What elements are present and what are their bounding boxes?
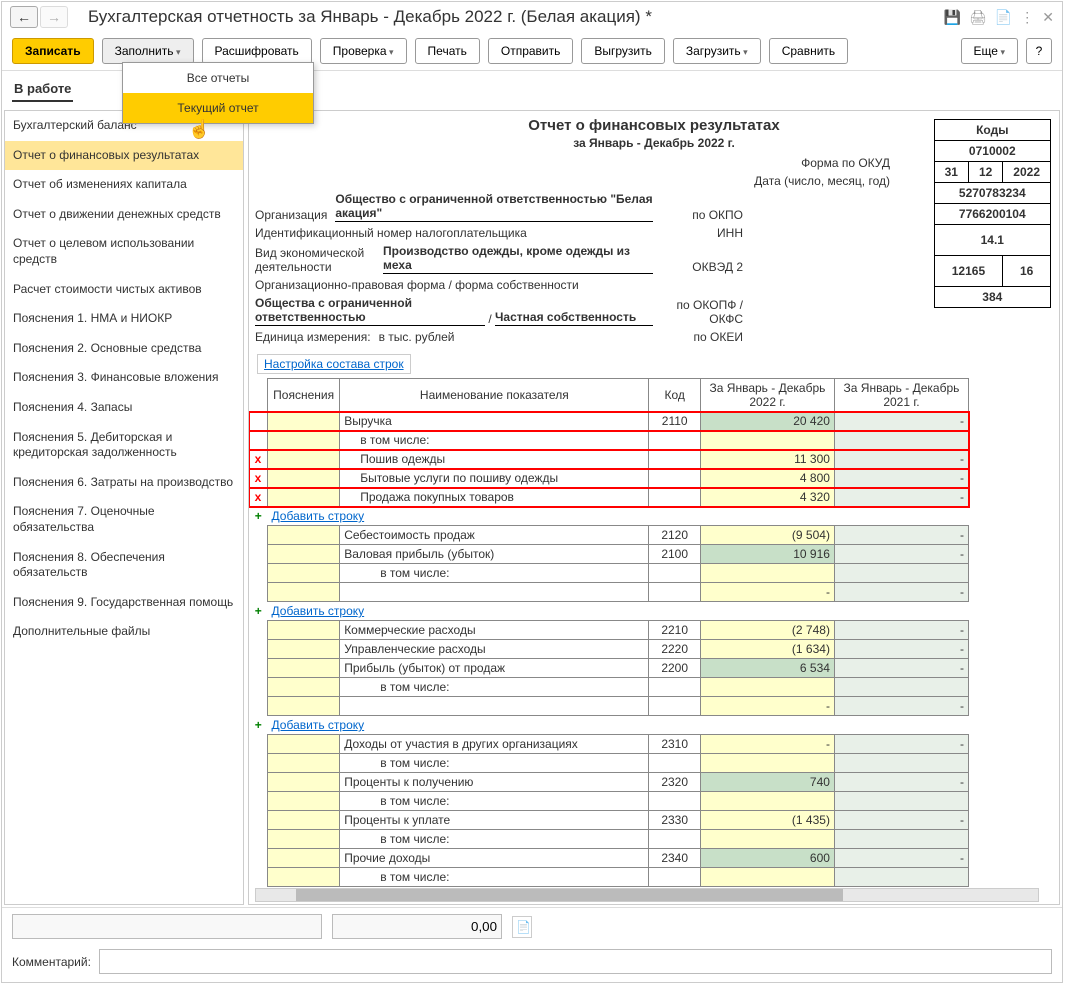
save-icon[interactable]: 💾	[944, 9, 961, 26]
add-row-icon[interactable]: +	[249, 716, 268, 735]
delete-row-icon[interactable]: x	[249, 450, 268, 469]
nav-back-button[interactable]: ←	[10, 6, 38, 28]
sidebar-item[interactable]: Отчет о движении денежных средств	[5, 200, 243, 230]
sidebar-item[interactable]: Пояснения 7. Оценочные обязательства	[5, 497, 243, 542]
tab-in-work[interactable]: В работе	[12, 77, 73, 102]
comment-input[interactable]	[99, 949, 1052, 974]
fill-menu-all[interactable]: Все отчеты	[123, 63, 313, 93]
footer-bar: 📄	[2, 907, 1062, 945]
sidebar-item[interactable]: Расчет стоимости чистых активов	[5, 275, 243, 305]
print-button[interactable]: Печать	[415, 38, 480, 64]
send-button[interactable]: Отправить	[488, 38, 574, 64]
horizontal-scrollbar[interactable]	[255, 888, 1039, 902]
sidebar-item[interactable]: Пояснения 1. НМА и НИОКР	[5, 304, 243, 334]
sidebar-item[interactable]: Пояснения 8. Обеспечения обязательств	[5, 543, 243, 588]
more-button[interactable]: Еще	[961, 38, 1018, 64]
sidebar-item[interactable]: Пояснения 5. Дебиторская и кредиторская …	[5, 423, 243, 468]
print-icon[interactable]: 🖨	[969, 9, 987, 26]
sidebar-item[interactable]: Пояснения 2. Основные средства	[5, 334, 243, 364]
delete-row-icon[interactable]: x	[249, 488, 268, 507]
preview-icon[interactable]: 📄	[995, 9, 1012, 26]
close-icon[interactable]: ✕	[1042, 9, 1054, 26]
sidebar-item[interactable]: Дополнительные файлы	[5, 617, 243, 647]
sidebar-item[interactable]: Отчет об изменениях капитала	[5, 170, 243, 200]
footer-field-2[interactable]	[332, 914, 502, 939]
nav-forward-button[interactable]: →	[40, 6, 68, 28]
sidebar-item[interactable]: Пояснения 3. Финансовые вложения	[5, 363, 243, 393]
comment-label: Комментарий:	[12, 955, 91, 969]
report-table: Пояснения Наименование показателя Код За…	[249, 378, 969, 887]
titlebar: ← → Бухгалтерская отчетность за Январь -…	[2, 2, 1062, 32]
fill-button[interactable]: Заполнить	[102, 38, 194, 64]
download-button[interactable]: Загрузить	[673, 38, 761, 64]
footer-doc-icon[interactable]: 📄	[512, 916, 532, 938]
add-row-link[interactable]: Добавить строку	[272, 509, 365, 523]
add-row-icon[interactable]: +	[249, 507, 268, 526]
fill-menu-current[interactable]: Текущий отчет	[123, 93, 313, 123]
main-toolbar: Записать Заполнить Расшифровать Проверка…	[2, 32, 1062, 71]
help-button[interactable]: ?	[1026, 38, 1052, 64]
codes-table: Коды 0710002 31122022 5270783234 7766200…	[934, 119, 1051, 308]
check-button[interactable]: Проверка	[320, 38, 407, 64]
add-row-link[interactable]: Добавить строку	[272, 604, 365, 618]
sidebar-item[interactable]: Отчет о финансовых результатах	[5, 141, 243, 171]
compare-button[interactable]: Сравнить	[769, 38, 848, 64]
decode-button[interactable]: Расшифровать	[202, 38, 312, 64]
sidebar-item[interactable]: Пояснения 4. Запасы	[5, 393, 243, 423]
footer-field-1[interactable]	[12, 914, 322, 939]
sidebar-item[interactable]: Отчет о целевом использовании средств	[5, 229, 243, 274]
fill-dropdown-menu: Все отчеты Текущий отчет	[122, 62, 314, 124]
delete-row-icon[interactable]: x	[249, 469, 268, 488]
add-row-link[interactable]: Добавить строку	[272, 718, 365, 732]
sidebar-item[interactable]: Пояснения 6. Затраты на производство	[5, 468, 243, 498]
menu-icon[interactable]: ⋮	[1020, 9, 1034, 26]
settings-link[interactable]: Настройка состава строк	[257, 354, 411, 374]
report-sidebar: Бухгалтерский баланс Отчет о финансовых …	[4, 110, 244, 905]
window-title: Бухгалтерская отчетность за Январь - Дек…	[88, 7, 944, 27]
save-button[interactable]: Записать	[12, 38, 94, 64]
sidebar-item[interactable]: Пояснения 9. Государственная помощь	[5, 588, 243, 618]
add-row-icon[interactable]: +	[249, 602, 268, 621]
report-content: Отчет о финансовых результатах за Январь…	[248, 110, 1060, 905]
upload-button[interactable]: Выгрузить	[581, 38, 665, 64]
